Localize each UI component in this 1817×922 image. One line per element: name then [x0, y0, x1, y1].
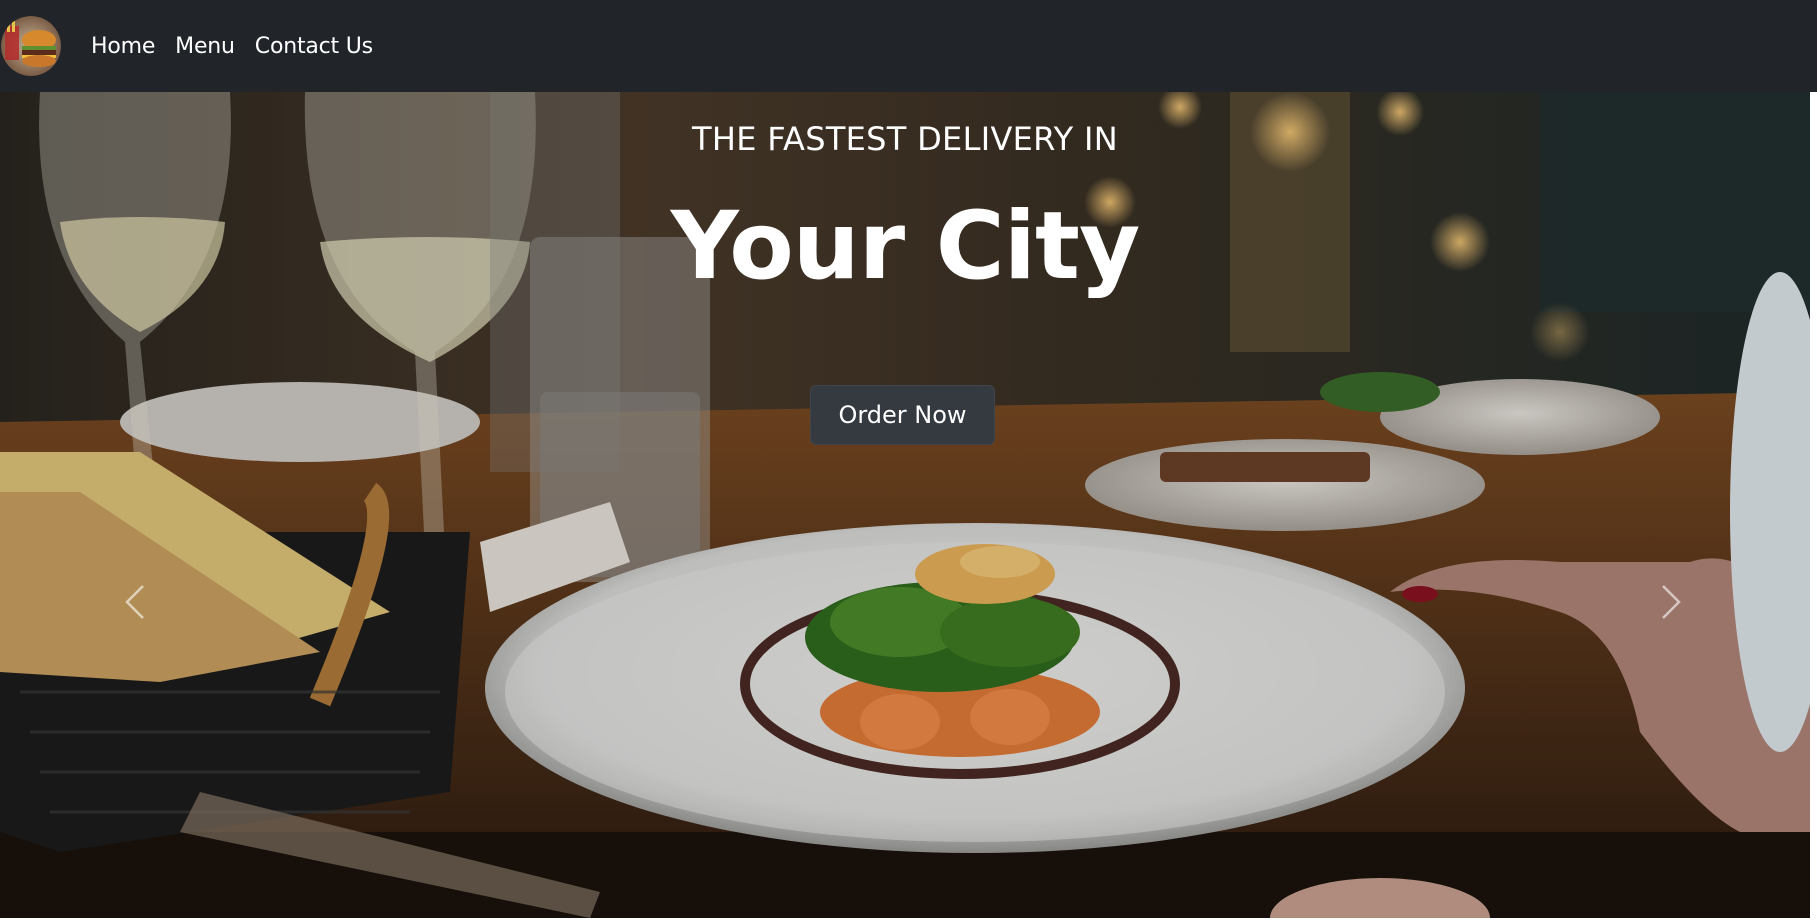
burger-logo-icon[interactable]: [1, 16, 61, 76]
nav-link-home[interactable]: Home: [91, 34, 155, 59]
hero-carousel: THE FASTEST DELIVERY IN Your City Order …: [0, 92, 1810, 918]
hero-headline: Your City: [670, 192, 1140, 301]
chevron-left-icon: [125, 585, 144, 619]
nav-links: Home Menu Contact Us: [91, 34, 393, 59]
carousel-prev-button[interactable]: [115, 572, 155, 632]
chevron-right-icon: [1662, 585, 1681, 619]
nav-link-menu[interactable]: Menu: [175, 34, 235, 59]
nav-link-contact-us[interactable]: Contact Us: [255, 34, 373, 59]
hero-subtitle: THE FASTEST DELIVERY IN: [692, 120, 1118, 158]
navbar: Home Menu Contact Us: [0, 0, 1817, 92]
carousel-next-button[interactable]: [1651, 572, 1691, 632]
order-now-button[interactable]: Order Now: [810, 385, 995, 445]
